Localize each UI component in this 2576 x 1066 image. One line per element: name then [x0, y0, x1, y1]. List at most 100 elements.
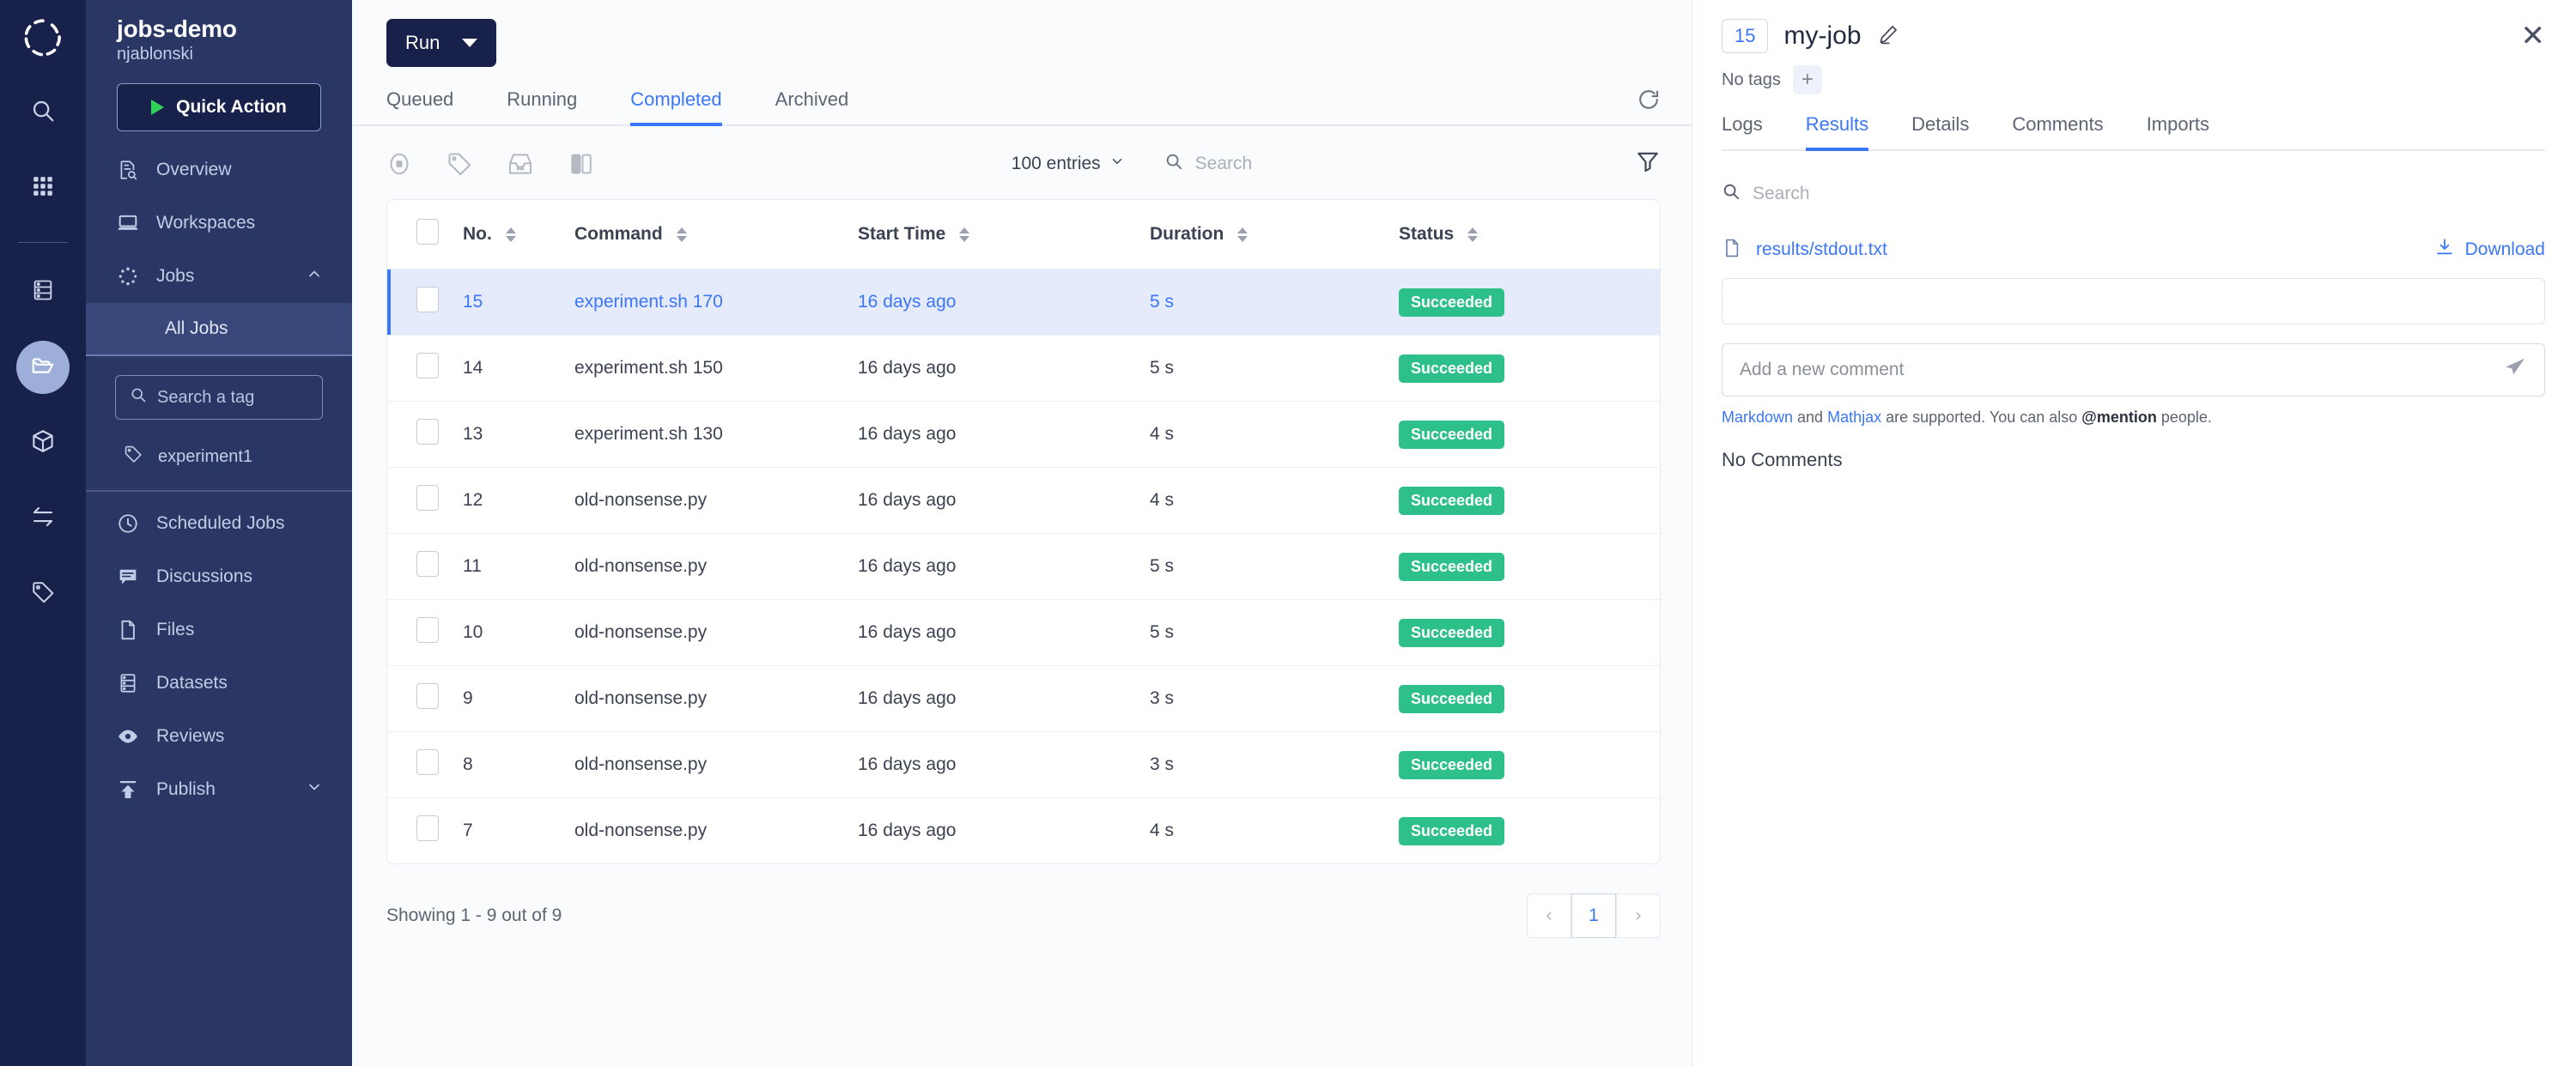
column-header-start-time[interactable]: Start Time — [858, 200, 1150, 270]
row-checkbox[interactable] — [416, 419, 439, 445]
table-row[interactable]: 11 old-nonsense.py 16 days ago 5 s Succeeded — [387, 533, 1660, 600]
entries-dropdown[interactable]: 100 entries — [1012, 154, 1125, 174]
tag-icon[interactable] — [447, 151, 472, 177]
row-select-cell — [387, 798, 463, 864]
table-row[interactable]: 8 old-nonsense.py 16 days ago 3 s Succeeded — [387, 731, 1660, 798]
sort-icon[interactable] — [505, 227, 516, 242]
funnel-filter-icon[interactable] — [1635, 148, 1661, 179]
compare-columns-icon[interactable] — [568, 151, 594, 177]
select-all-checkbox[interactable] — [416, 219, 439, 245]
rail-environments[interactable] — [16, 416, 70, 469]
archive-icon[interactable] — [507, 150, 534, 178]
download-button[interactable]: Download — [2434, 237, 2545, 263]
cell-no: 11 — [463, 533, 574, 600]
chevron-down-icon[interactable] — [306, 778, 323, 801]
run-button[interactable]: Run — [386, 19, 497, 67]
pagination-next[interactable]: › — [1616, 893, 1661, 938]
quick-action-button[interactable]: Quick Action — [117, 83, 321, 131]
overview-icon — [115, 159, 141, 181]
tab-details[interactable]: Details — [1911, 113, 1969, 149]
table-row[interactable]: 10 old-nonsense.py 16 days ago 5 s Succeeded — [387, 599, 1660, 666]
rail-transfer[interactable] — [16, 492, 70, 545]
markdown-link[interactable]: Markdown — [1722, 409, 1793, 426]
sidebar-item-reviews[interactable]: Reviews — [86, 710, 352, 763]
sidebar-item-files[interactable]: Files — [86, 603, 352, 657]
tab-running[interactable]: Running — [507, 88, 599, 124]
row-checkbox[interactable] — [416, 551, 439, 577]
sidebar-item-overview[interactable]: Overview — [86, 143, 352, 197]
refresh-button[interactable] — [1637, 88, 1661, 124]
sort-icon[interactable] — [1467, 227, 1479, 242]
table-row[interactable]: 13 experiment.sh 130 16 days ago 4 s Succeed… — [387, 401, 1660, 468]
sidebar-item-workspaces[interactable]: Workspaces — [86, 197, 352, 250]
sidebar-tag-experiment1[interactable]: experiment1 — [86, 432, 352, 482]
rail-apps[interactable] — [16, 161, 70, 215]
column-header-status[interactable]: Status — [1399, 200, 1660, 270]
table-head: No. Command Start Time Duration Status — [387, 200, 1660, 270]
close-icon[interactable]: ✕ — [2521, 21, 2546, 51]
table-row[interactable]: 12 old-nonsense.py 16 days ago 4 s Succeeded — [387, 467, 1660, 534]
row-checkbox[interactable] — [416, 287, 439, 312]
project-title: jobs-demo — [117, 15, 237, 42]
table-row[interactable]: 14 experiment.sh 150 16 days ago 5 s Succeed… — [387, 335, 1660, 402]
column-header-duration[interactable]: Duration — [1150, 200, 1399, 270]
hint-supported: are supported. You can also — [1881, 409, 2082, 426]
panel-search-input[interactable]: Search — [1722, 182, 2545, 206]
sort-icon[interactable] — [1237, 227, 1249, 242]
sidebar-item-discussions[interactable]: Discussions — [86, 550, 352, 603]
comment-placeholder: Add a new comment — [1740, 360, 1905, 379]
rail-datasets[interactable] — [16, 265, 70, 318]
tag-search-input[interactable]: Search a tag — [115, 375, 323, 420]
table-row[interactable]: 15 experiment.sh 170 16 days ago 5 s Succeed… — [387, 269, 1660, 336]
rail-tags[interactable] — [16, 567, 70, 621]
add-tag-button[interactable]: + — [1792, 65, 1822, 94]
stop-icon[interactable] — [386, 151, 412, 177]
cell-status: Succeeded — [1399, 665, 1660, 732]
chevron-down-icon[interactable] — [462, 39, 478, 47]
sidebar-item-datasets[interactable]: Datasets — [86, 657, 352, 710]
row-checkbox[interactable] — [416, 815, 439, 841]
column-header-no[interactable]: No. — [463, 200, 574, 270]
chevron-up-icon[interactable] — [306, 265, 323, 288]
row-checkbox[interactable] — [416, 749, 439, 775]
table-row[interactable]: 7 old-nonsense.py 16 days ago 4 s Succeeded — [387, 798, 1660, 864]
row-checkbox[interactable] — [416, 617, 439, 643]
tab-queued[interactable]: Queued — [386, 88, 476, 124]
column-header-command[interactable]: Command — [574, 200, 858, 270]
sidebar-item-all-jobs[interactable]: All Jobs — [86, 303, 352, 356]
tab-archived[interactable]: Archived — [775, 88, 872, 124]
sidebar-item-jobs[interactable]: Jobs — [86, 250, 352, 303]
rail-files[interactable] — [16, 341, 70, 394]
run-button-label: Run — [405, 32, 440, 53]
sort-icon[interactable] — [676, 227, 687, 242]
send-paper-plane-icon[interactable] — [2503, 355, 2527, 385]
tab-imports[interactable]: Imports — [2147, 113, 2209, 149]
sidebar-item-publish[interactable]: Publish — [86, 763, 352, 816]
table-search-input[interactable]: Search — [1164, 152, 1252, 176]
tab-logs[interactable]: Logs — [1722, 113, 1763, 149]
pencil-edit-icon[interactable] — [1877, 23, 1899, 50]
pagination-page-1[interactable]: 1 — [1571, 893, 1616, 938]
sort-icon[interactable] — [959, 227, 970, 242]
row-checkbox[interactable] — [416, 353, 439, 379]
row-checkbox[interactable] — [416, 683, 439, 709]
result-file-link[interactable]: results/stdout.txt — [1756, 239, 1887, 260]
cell-no: 12 — [463, 467, 574, 534]
row-checkbox[interactable] — [416, 485, 439, 511]
panel-header: 15 my-job ✕ — [1722, 19, 2545, 53]
cell-command: old-nonsense.py — [574, 731, 858, 798]
column-label: Command — [574, 224, 663, 244]
tab-results[interactable]: Results — [1805, 113, 1869, 151]
rail-search[interactable] — [16, 86, 70, 139]
cell-duration: 3 s — [1150, 731, 1399, 798]
comment-input[interactable]: Add a new comment — [1722, 343, 2545, 397]
table-row[interactable]: 9 old-nonsense.py 16 days ago 3 s Succeeded — [387, 665, 1660, 732]
aperture-logo-icon[interactable] — [17, 12, 69, 64]
sidebar-item-scheduled-jobs[interactable]: Scheduled Jobs — [86, 497, 352, 550]
tab-completed[interactable]: Completed — [630, 88, 744, 126]
pagination-prev[interactable]: ‹ — [1527, 893, 1571, 938]
table-toolbar: 100 entries Search — [352, 126, 1692, 179]
hint-people: people. — [2156, 409, 2212, 426]
mathjax-link[interactable]: Mathjax — [1827, 409, 1881, 426]
tab-comments[interactable]: Comments — [2012, 113, 2103, 149]
